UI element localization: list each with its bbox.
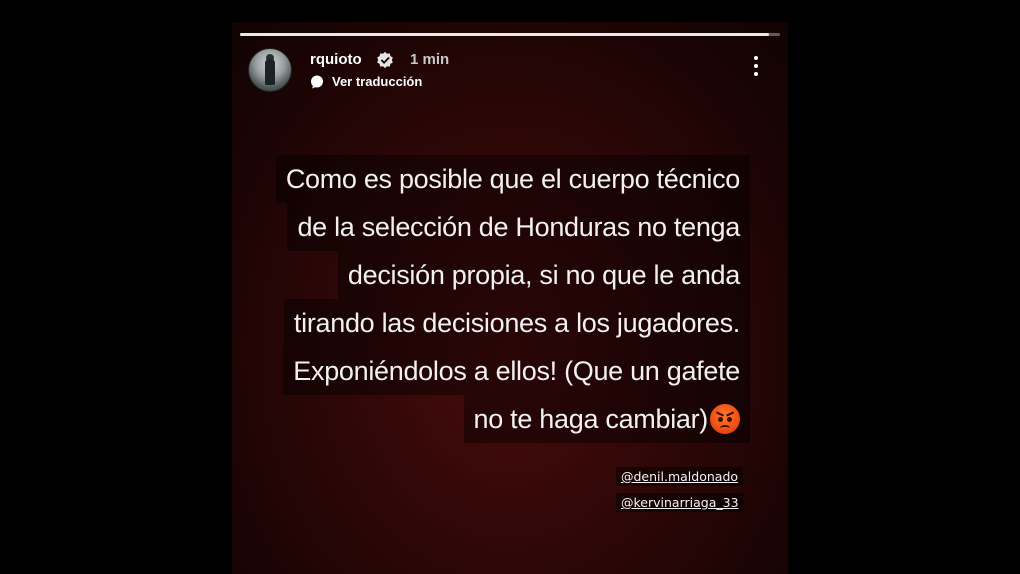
story-text-line: decisión propia, si no que le anda bbox=[337, 251, 750, 299]
story-progress-fill bbox=[240, 33, 770, 36]
mention-tag[interactable]: @denil.maldonado bbox=[616, 467, 744, 486]
story-text-line-last: no te haga cambiar) bbox=[463, 395, 750, 443]
story-text: Como es posible que el cuerpo técnico de… bbox=[275, 155, 750, 443]
story-text-line-content: no te haga cambiar) bbox=[473, 404, 709, 434]
story-text-line: tirando las decisiones a los jugadores. bbox=[283, 299, 750, 347]
story-text-line: de la selección de Honduras no tenga bbox=[287, 203, 750, 251]
avatar[interactable] bbox=[248, 48, 292, 92]
mention-tag[interactable]: @kervinarriaga_33 bbox=[616, 493, 744, 512]
story-progress-bar bbox=[240, 33, 780, 36]
verified-badge-icon bbox=[377, 51, 393, 69]
username[interactable]: rquioto bbox=[310, 51, 362, 68]
story-viewer[interactable]: rquioto 1 min Ver traducción Como es pos… bbox=[232, 22, 788, 574]
more-options-icon[interactable] bbox=[748, 56, 764, 82]
translate-bubble-icon bbox=[311, 75, 323, 89]
angry-face-icon bbox=[710, 404, 740, 434]
post-time: 1 min bbox=[410, 51, 450, 68]
story-text-line: Como es posible que el cuerpo técnico bbox=[275, 155, 750, 203]
story-text-line: Exponiéndolos a ellos! (Que un gafete bbox=[283, 347, 750, 395]
see-translation-button[interactable]: Ver traducción bbox=[332, 74, 422, 89]
